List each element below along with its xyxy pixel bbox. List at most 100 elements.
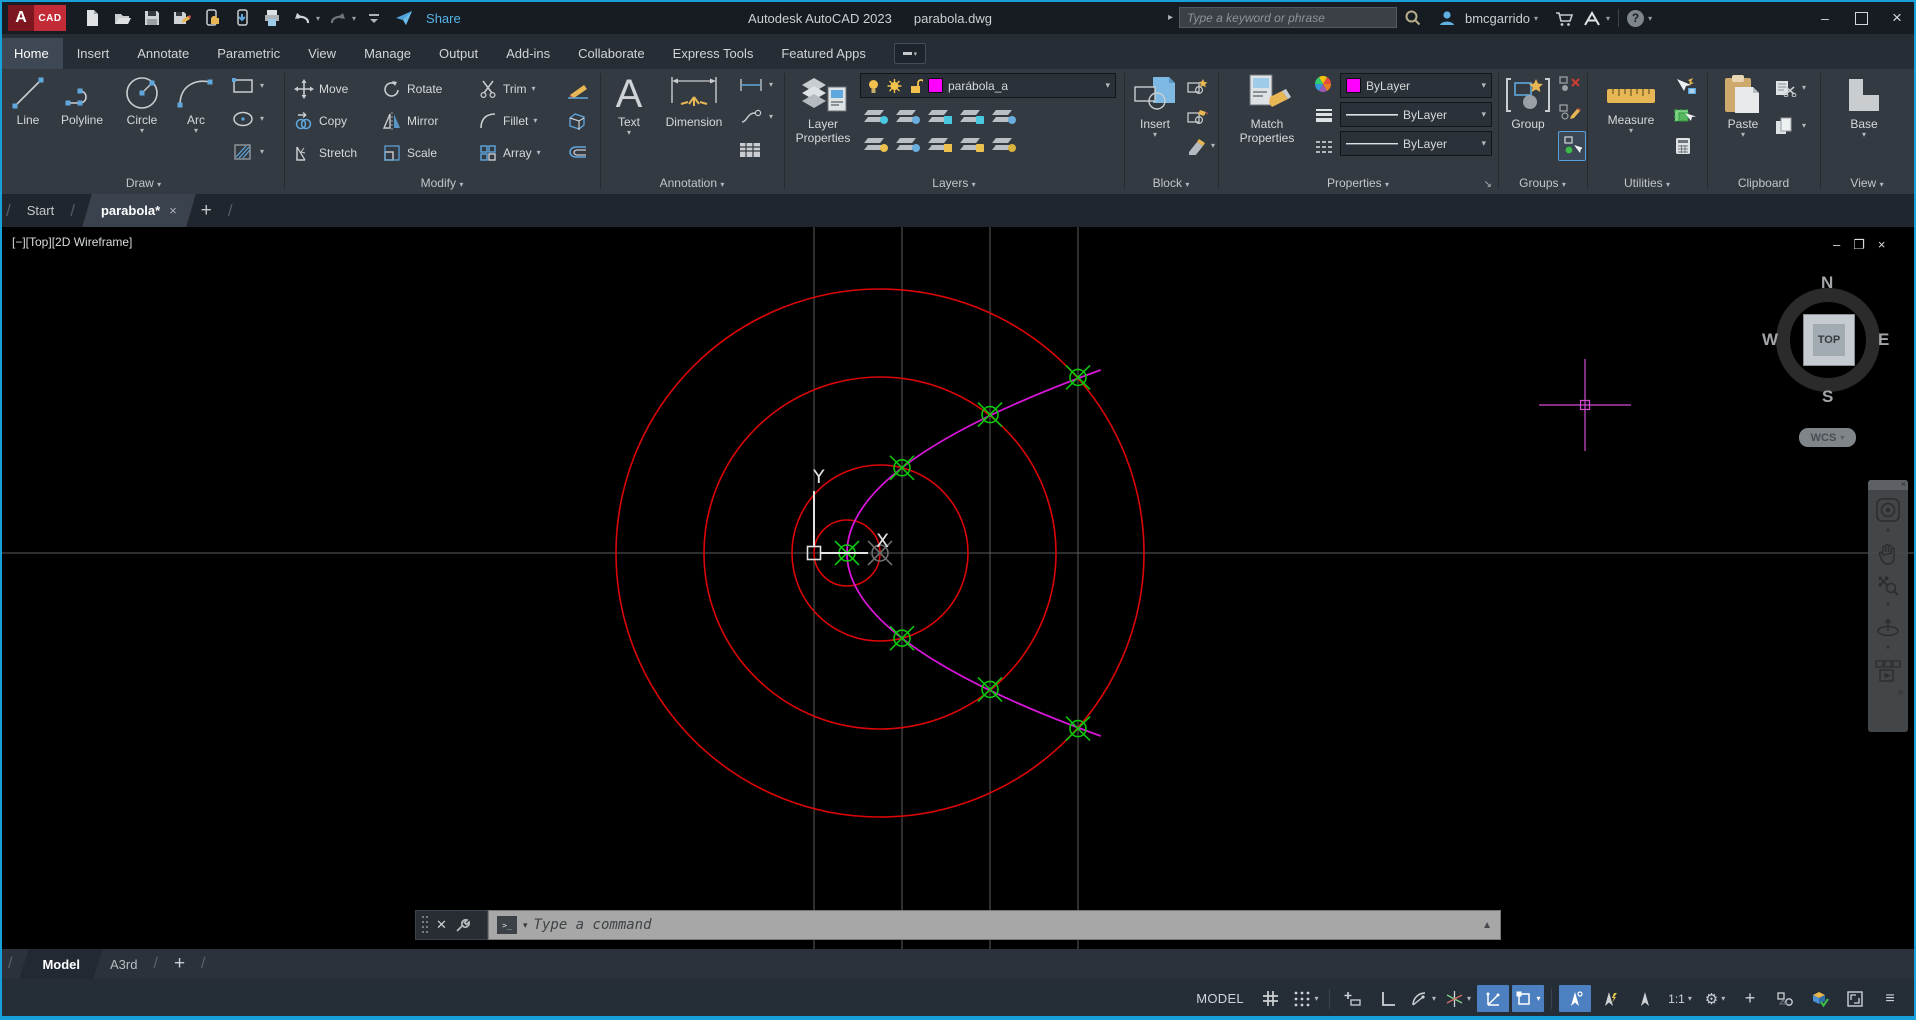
paste-flyout-caret[interactable]: ▾ <box>1741 131 1745 139</box>
panel-label-properties[interactable]: Properties ▾ <box>1218 176 1498 190</box>
plot-button[interactable] <box>260 6 284 30</box>
ungroup-button[interactable] <box>1558 75 1582 93</box>
viewcube-east[interactable]: E <box>1878 330 1889 350</box>
properties-dialog-launcher[interactable]: ↘ <box>1484 179 1492 190</box>
annotation-scale-value[interactable]: 1:1 ▾ <box>1664 985 1696 1012</box>
command-input[interactable]: >_ ▾ Type a command ▲ <box>488 910 1501 940</box>
layer-unlock-tool[interactable] <box>960 137 984 152</box>
isometric-drafting-button[interactable]: ▾ <box>1442 985 1474 1012</box>
object-color-dropdown[interactable]: ByLayer ▾ <box>1340 73 1492 98</box>
viewcube-south[interactable]: S <box>1822 387 1833 407</box>
scale-button[interactable]: Scale <box>382 143 437 163</box>
wcs-menu[interactable]: WCS ▾ <box>1799 428 1856 447</box>
panel-label-utilities[interactable]: Utilities ▾ <box>1587 176 1707 190</box>
undo-dropdown-caret[interactable]: ▾ <box>316 14 320 23</box>
insert-block-button[interactable]: Insert ▾ <box>1128 73 1182 139</box>
viewcube-top-face[interactable]: TOP <box>1803 314 1855 366</box>
layer-color-swatch[interactable] <box>928 78 943 93</box>
rectangle-button[interactable]: ▾ <box>231 77 264 95</box>
command-prompt-icon[interactable]: >_ <box>497 916 517 934</box>
ribbon-tab-parametric[interactable]: Parametric <box>203 38 294 69</box>
minimize-button[interactable]: – <box>1812 6 1838 30</box>
layer-on-icon[interactable] <box>866 78 881 94</box>
graphics-performance-button[interactable] <box>1804 985 1836 1012</box>
panel-label-layers[interactable]: Layers ▾ <box>784 176 1124 190</box>
search-expander-icon[interactable]: ▸ <box>1168 12 1173 23</box>
measure-flyout-caret[interactable]: ▾ <box>1629 127 1633 135</box>
clean-screen-button[interactable] <box>1839 985 1871 1012</box>
ellipse-button[interactable]: ▾ <box>231 110 264 128</box>
fillet-flyout-caret[interactable]: ▾ <box>533 117 537 125</box>
paste-button[interactable]: Paste ▾ <box>1715 73 1771 139</box>
pan-icon[interactable] <box>1876 542 1900 566</box>
redo-button[interactable] <box>326 6 350 30</box>
arc-flyout-caret[interactable]: ▾ <box>194 127 198 135</box>
new-file-tab-button[interactable]: + <box>201 200 212 222</box>
lineweight-dropdown[interactable]: ByLayer ▾ <box>1340 102 1492 127</box>
circle-flyout-caret[interactable]: ▾ <box>140 127 144 135</box>
grid-display-button[interactable] <box>1255 985 1287 1012</box>
workspace-switching-button[interactable]: ⚙ ▾ <box>1699 985 1731 1012</box>
ribbon-tab-insert[interactable]: Insert <box>63 38 124 69</box>
copy-button[interactable]: Copy <box>294 111 347 131</box>
select-similar-button[interactable] <box>1673 107 1697 125</box>
box-3d-button[interactable] <box>566 111 588 131</box>
save-to-web-mobile-button[interactable] <box>230 6 254 30</box>
mirror-button[interactable]: Mirror <box>382 111 438 131</box>
file-tab-start[interactable]: Start <box>17 203 64 218</box>
fillet-button[interactable]: Fillet ▾ <box>478 111 537 131</box>
snap-mode-button[interactable]: ▾ <box>1290 985 1322 1012</box>
viewport-close-icon[interactable]: × <box>1878 237 1886 253</box>
drawing-area[interactable]: YX [−][Top][2D Wireframe] – ❐ × N W E S … <box>0 227 1916 949</box>
ribbon-tab-featured-apps[interactable]: Featured Apps <box>767 38 880 69</box>
navbar-handle[interactable]: × <box>1868 479 1908 490</box>
orbit-icon[interactable] <box>1875 616 1901 640</box>
share-label[interactable]: Share <box>426 11 461 26</box>
viewport-restore-icon[interactable]: ❐ <box>1853 237 1865 253</box>
layer-properties-button[interactable]: Layer Properties <box>786 73 860 145</box>
object-snap-tracking-button[interactable] <box>1477 985 1509 1012</box>
autodesk-dropdown-caret[interactable]: ▾ <box>1606 14 1610 23</box>
layer-dropdown[interactable]: parábola_a ▾ <box>860 73 1116 98</box>
drawing-canvas[interactable]: YX <box>0 227 1916 949</box>
panel-label-annotation[interactable]: Annotation ▾ <box>600 176 784 190</box>
share-icon[interactable] <box>392 6 416 30</box>
layer-dropdown-caret[interactable]: ▾ <box>1105 80 1110 91</box>
command-line-grip[interactable]: ✕ <box>415 910 488 940</box>
layer-isolate-tool[interactable] <box>896 109 920 124</box>
panel-label-view[interactable]: View ▾ <box>1820 176 1914 190</box>
ortho-mode-button[interactable] <box>1372 985 1404 1012</box>
ribbon-tab-manage[interactable]: Manage <box>350 38 425 69</box>
username[interactable]: bmcgarrido <box>1465 11 1530 26</box>
panel-label-modify[interactable]: Modify ▾ <box>284 176 600 190</box>
command-history-caret[interactable]: ▲ <box>1482 920 1492 931</box>
group-edit-button[interactable] <box>1558 103 1582 121</box>
dimension-linear-button[interactable]: ▾ <box>738 77 773 93</box>
annotation-visibility-button[interactable] <box>1559 985 1591 1012</box>
measure-button[interactable]: Measure ▾ <box>1595 79 1667 135</box>
base-button[interactable]: Base ▾ <box>1836 73 1892 139</box>
panel-label-groups[interactable]: Groups ▾ <box>1498 176 1587 190</box>
navigation-wheel-icon[interactable] <box>1875 497 1901 523</box>
file-tab-parabola[interactable]: parabola* × <box>81 194 196 227</box>
recent-commands-caret[interactable]: ▾ <box>523 920 528 931</box>
help-icon[interactable]: ? <box>1627 9 1645 27</box>
polyline-button[interactable]: Polyline <box>51 73 113 127</box>
undo-button[interactable] <box>290 6 314 30</box>
leader-button[interactable]: ▾ <box>738 109 773 125</box>
ribbon-tab-output[interactable]: Output <box>425 38 492 69</box>
customization-menu-button[interactable]: ≡ <box>1874 985 1906 1012</box>
ribbon-tab-collaborate[interactable]: Collaborate <box>564 38 659 69</box>
create-block-button[interactable] <box>1186 77 1208 95</box>
ribbon-tab-home[interactable]: Home <box>0 38 63 69</box>
move-button[interactable]: Move <box>294 79 348 99</box>
qat-customize-menu[interactable] <box>362 6 386 30</box>
layout-tab-a3rd[interactable]: A3rd <box>102 957 145 972</box>
block-editor-button[interactable]: ▾ <box>1186 137 1215 155</box>
layer-off-tool[interactable] <box>864 109 888 124</box>
erase-button[interactable] <box>566 79 590 99</box>
array-button[interactable]: Array ▾ <box>478 143 541 163</box>
trim-button[interactable]: Trim ▾ <box>478 79 536 99</box>
search-icon[interactable] <box>1403 8 1423 28</box>
group-button[interactable]: Group <box>1500 73 1556 131</box>
